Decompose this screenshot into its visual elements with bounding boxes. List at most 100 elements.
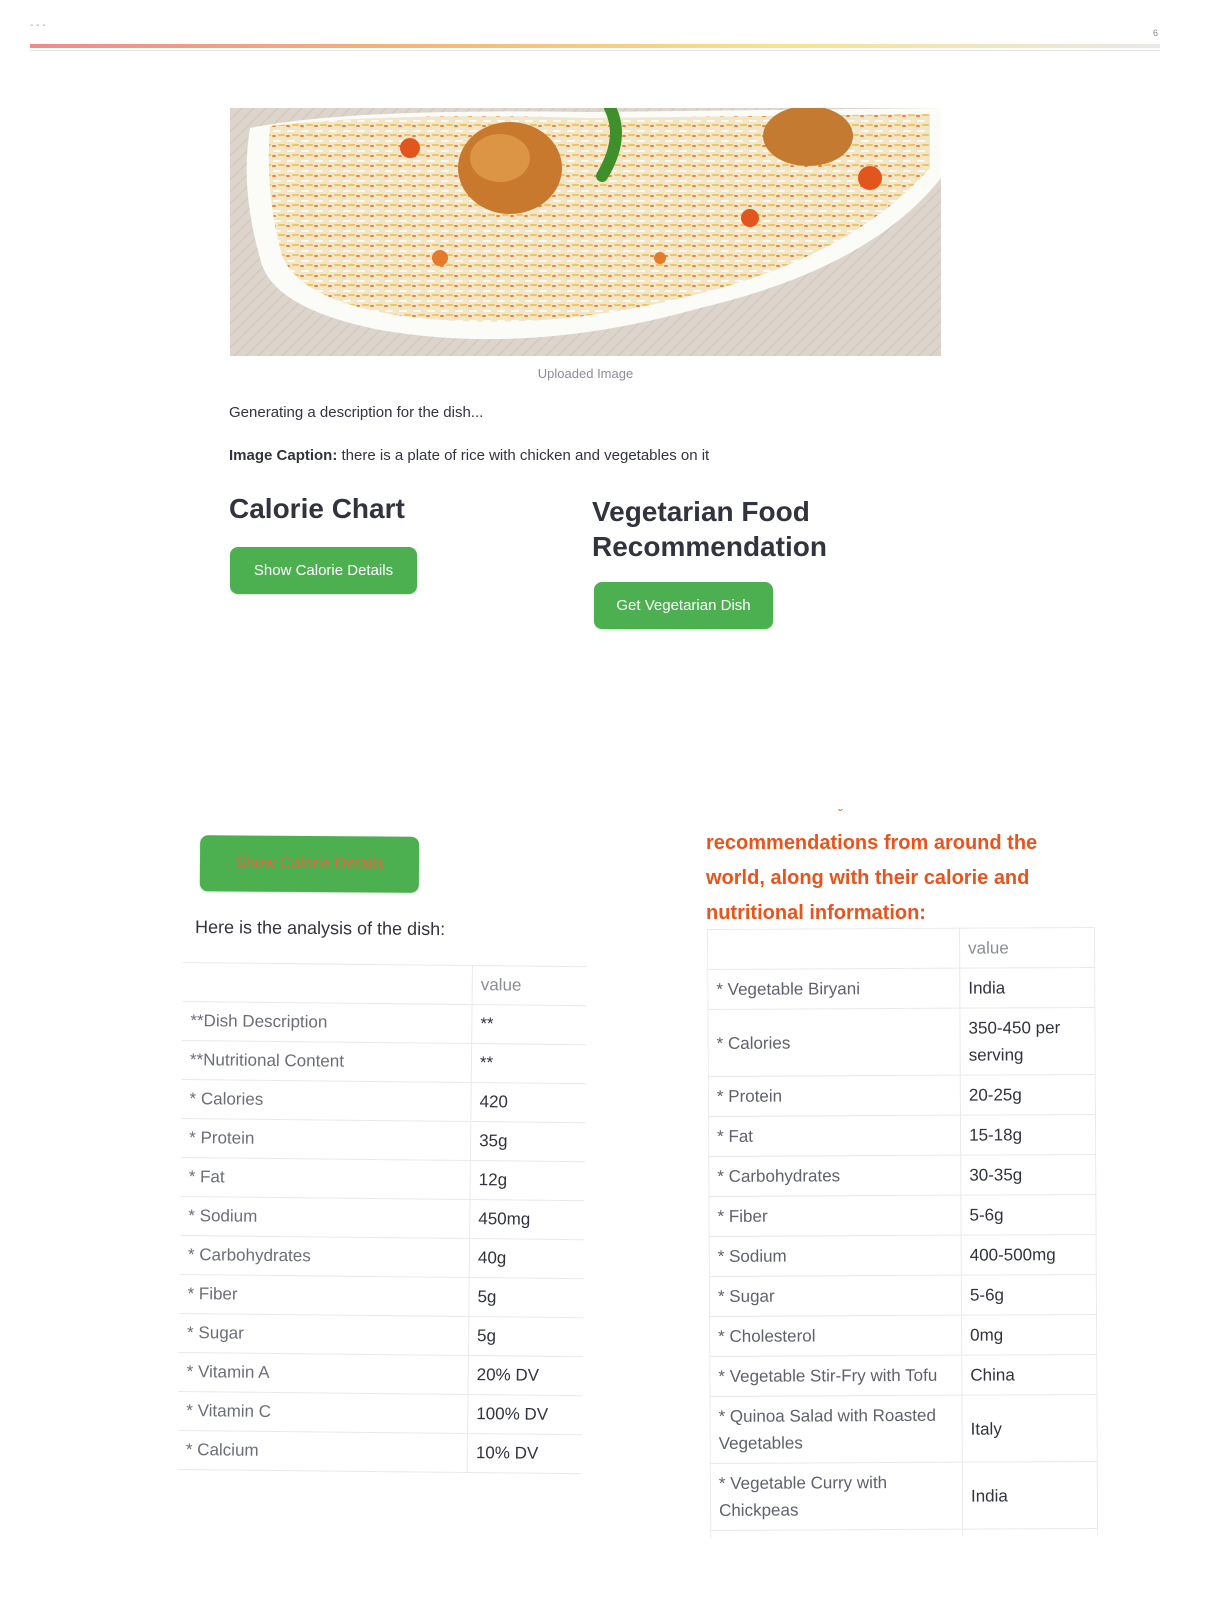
row-value: 30-35g [960, 1154, 1096, 1196]
row-label: * Calcium [177, 1430, 468, 1473]
get-vegetarian-dish-button[interactable]: Get Vegetarian Dish [594, 582, 773, 629]
row-value: 350-450 per serving [959, 1007, 1096, 1076]
table-row: * Cholesterol 0mg [709, 1314, 1097, 1357]
row-value: 0mg [961, 1314, 1097, 1356]
table-row: * Fiber 5-6g [708, 1194, 1097, 1237]
row-label: * Quinoa Salad with Roasted Vegetables [709, 1395, 963, 1464]
row-value: 420 [470, 1082, 586, 1123]
row-value: ** [471, 1004, 587, 1045]
table-header-row: value [707, 927, 1095, 970]
row-value: 5g [468, 1277, 584, 1318]
table-row: * Calories 350-450 per serving [707, 1007, 1096, 1077]
header-divider [30, 50, 1160, 51]
table-row: * Fat 12g [180, 1157, 585, 1201]
recommendation-heading: recommendations from around the world, a… [706, 832, 1038, 924]
table-row: * Vegetable Curry with Chickpeas India [710, 1461, 1098, 1531]
table-row: * Vegetable Biryani India [707, 967, 1095, 1010]
row-value: 12g [470, 1160, 585, 1201]
row-value: 400-500mg [961, 1234, 1097, 1276]
row-value: ** [471, 1043, 587, 1084]
image-caption-text: there is a plate of rice with chicken an… [337, 447, 710, 464]
table-row: * Carbohydrates 40g [179, 1235, 585, 1279]
row-label: * Fat [180, 1157, 471, 1200]
row-label: * Sugar [178, 1313, 469, 1356]
row-label: * Grilled Veggie Wrap with Hummus [710, 1529, 963, 1538]
row-label: * Protein [708, 1075, 961, 1117]
row-label: * Cholesterol [709, 1315, 962, 1357]
uploaded-image-caption: Uploaded Image [537, 366, 634, 381]
table-header-value: value [472, 965, 587, 1006]
row-label: * Sugar [709, 1275, 962, 1317]
table-row: * Sodium 400-500mg [709, 1234, 1097, 1277]
row-value: 5-6g [960, 1194, 1097, 1236]
row-label: * Vitamin A [178, 1352, 469, 1395]
table-row: * Quinoa Salad with Roasted Vegetables It… [709, 1394, 1098, 1464]
recommendation-cut-text: ˇ [838, 806, 843, 822]
row-value: Middle East [962, 1528, 1098, 1538]
row-label: **Dish Description [182, 1001, 473, 1044]
table-row: **Nutritional Content ** [181, 1040, 587, 1084]
table-row: * Vitamin A 20% DV [178, 1352, 583, 1396]
row-label: * Carbohydrates [708, 1155, 961, 1197]
corner-mark: - - - [30, 20, 46, 31]
row-label: * Vegetable Biryani [707, 968, 960, 1010]
row-label: **Nutritional Content [181, 1040, 472, 1083]
table-row: * Calories 420 [181, 1079, 586, 1123]
analysis-table: value **Dish Description ** **Nutritional … [177, 962, 587, 1474]
table-row: **Dish Description ** [182, 1001, 587, 1045]
table-row: * Calcium 10% DV [177, 1430, 583, 1474]
row-value: India [962, 1461, 1098, 1530]
row-label: * Sodium [180, 1196, 471, 1239]
row-label: * Vegetable Stir-Fry with Tofu [709, 1355, 962, 1397]
table-header-row: value [182, 962, 587, 1006]
table-row: * Sugar 5g [178, 1313, 584, 1357]
row-label: * Protein [180, 1118, 471, 1161]
table-row: * Vitamin C 100% DV [178, 1391, 583, 1435]
row-label: * Vegetable Curry with Chickpeas [710, 1462, 963, 1531]
show-calorie-details-button[interactable]: Show Calorie Details [230, 547, 417, 594]
show-calorie-details-button-active[interactable]: Show Calorie Details [199, 835, 420, 893]
row-value: Italy [961, 1394, 1098, 1463]
uploaded-dish-image [230, 108, 941, 356]
row-value: 15-18g [960, 1114, 1096, 1156]
table-row: * Grilled Veggie Wrap with HummusMiddle … [710, 1528, 1098, 1538]
table-header-blank [707, 928, 960, 970]
row-value: 450mg [469, 1199, 585, 1240]
row-value: 5g [468, 1316, 584, 1357]
row-label: * Fat [708, 1115, 961, 1157]
calorie-chart-heading: Calorie Chart [229, 493, 405, 524]
vegetarian-recommendation-heading: Vegetarian Food Recommendation [592, 496, 827, 562]
table-header-blank [182, 962, 473, 1005]
row-value: 5-6g [961, 1274, 1097, 1316]
row-value: 100% DV [467, 1394, 583, 1435]
row-value: China [961, 1354, 1097, 1396]
recommendation-table: value * Vegetable Biryani India * Calories… [707, 927, 1098, 1538]
analysis-intro: Here is the analysis of the dish: [194, 916, 446, 940]
table-row: * Protein 35g [180, 1118, 586, 1162]
image-caption-line: Image Caption: there is a plate of rice … [229, 447, 709, 464]
row-value: India [959, 967, 1095, 1009]
row-value: 20-25g [960, 1074, 1096, 1116]
row-value: 20% DV [467, 1355, 583, 1396]
row-label: * Calories [181, 1079, 472, 1122]
row-label: * Calories [707, 1008, 961, 1077]
table-row: * Fat 15-18g [708, 1114, 1096, 1157]
table-row: * Sodium 450mg [180, 1196, 585, 1240]
table-row: * Fiber 5g [179, 1274, 584, 1318]
row-label: * Sodium [709, 1235, 962, 1277]
row-label: * Fiber [708, 1195, 962, 1237]
table-row: * Carbohydrates 30-35g [708, 1154, 1096, 1197]
page-number: 6 [1153, 28, 1159, 38]
table-row: * Vegetable Stir-Fry with Tofu China [709, 1354, 1097, 1397]
table-row: * Sugar 5-6g [709, 1274, 1097, 1317]
table-row: * Protein 20-25g [708, 1074, 1096, 1117]
header-decoration-line [30, 44, 1160, 48]
row-value: 10% DV [467, 1433, 583, 1474]
row-value: 40g [469, 1238, 585, 1279]
image-caption-label: Image Caption: [229, 447, 338, 464]
row-value: 35g [470, 1121, 586, 1162]
table-header-value: value [959, 927, 1095, 969]
row-label: * Fiber [179, 1274, 470, 1317]
generating-status: Generating a description for the dish... [229, 404, 484, 421]
row-label: * Vitamin C [178, 1391, 468, 1434]
